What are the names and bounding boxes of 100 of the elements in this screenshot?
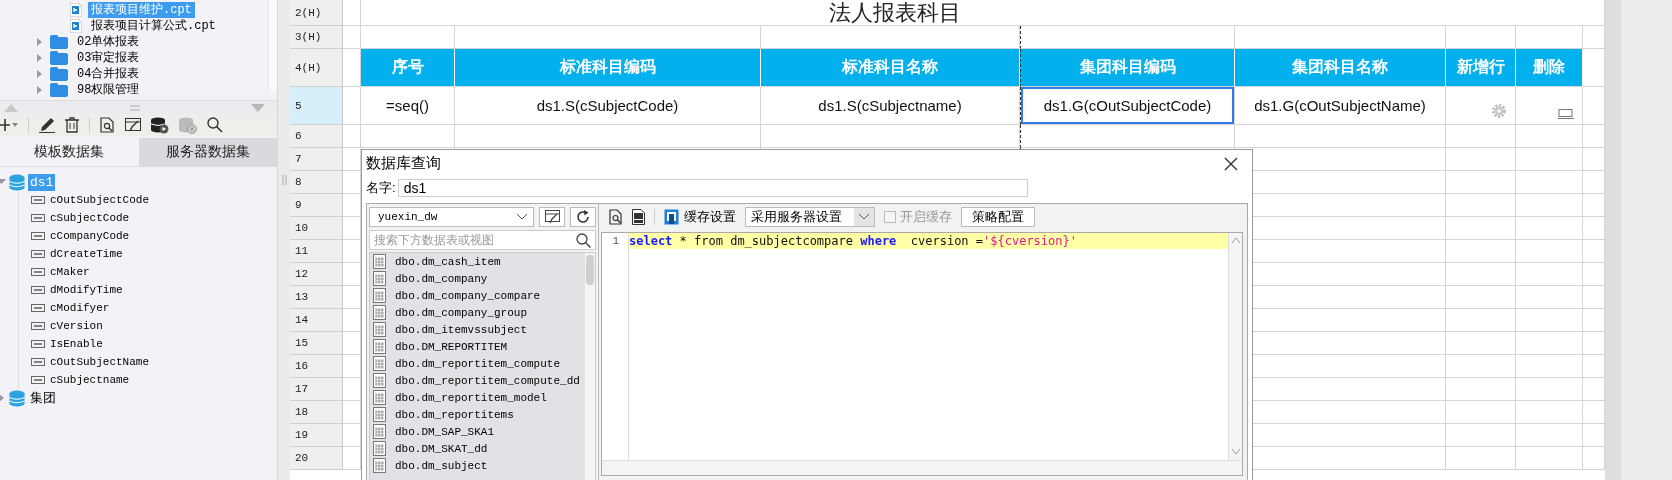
tree-item[interactable]: 报表项目计算公式.cpt <box>88 18 219 34</box>
grid-cell[interactable] <box>1516 447 1583 470</box>
row-header[interactable]: 7 <box>290 148 343 171</box>
scrollbar[interactable] <box>585 253 595 480</box>
grid-cell[interactable] <box>1516 424 1583 447</box>
row-header[interactable]: 17 <box>290 378 343 401</box>
grid-cell[interactable] <box>1516 194 1583 217</box>
splitter-grip-icon[interactable] <box>281 175 287 185</box>
grid-cell[interactable] <box>1516 401 1583 424</box>
grid-cell[interactable] <box>1516 286 1583 309</box>
database-run-icon[interactable] <box>151 116 169 134</box>
grid-cell[interactable] <box>1446 378 1516 401</box>
refresh-button[interactable] <box>570 207 596 227</box>
field-item[interactable]: cSubjectname <box>50 374 130 386</box>
row-header[interactable]: 4(H) <box>290 49 343 87</box>
grid-cell[interactable] <box>1446 240 1516 263</box>
sql-editor[interactable]: 1 select * from dm_subjectcompare where cversion ='${cversion}' <box>601 232 1243 460</box>
row-header[interactable]: 2(H) <box>290 0 343 26</box>
field-item[interactable]: cMaker <box>50 266 90 278</box>
formula-cell[interactable]: =seq() <box>361 87 455 125</box>
formula-cell[interactable]: ds1.G(cOutSubjectName) <box>1235 87 1446 125</box>
table-item[interactable]: dbo.dm_company <box>395 272 488 285</box>
name-field[interactable]: ds1 <box>397 179 1028 197</box>
row-header[interactable]: 12 <box>290 263 343 286</box>
field-item[interactable]: IsEnable <box>50 338 103 350</box>
pencil-icon[interactable] <box>39 117 55 133</box>
formula-cell[interactable]: ds1.S(cSubjectname) <box>761 87 1020 125</box>
formula-cell[interactable]: ds1.G(cOutSubjectCode) <box>1020 87 1235 125</box>
policy-config-button[interactable]: 策略配置 <box>961 207 1035 227</box>
edit-connection-button[interactable] <box>539 207 565 227</box>
grid-cell[interactable] <box>343 26 361 49</box>
preview-document-icon[interactable] <box>100 117 115 133</box>
table-item[interactable]: dbo.dm_reportitem_compute <box>395 357 561 370</box>
grid-cell[interactable] <box>343 87 361 125</box>
formula-cell[interactable]: ds1.S(cSubjectCode) <box>455 87 761 125</box>
grid-cell[interactable] <box>1516 355 1583 378</box>
grid-cell[interactable] <box>1235 125 1446 148</box>
grid-cell[interactable] <box>1516 332 1583 355</box>
grid-cell[interactable] <box>361 125 455 148</box>
grip-icon[interactable] <box>129 104 140 111</box>
row-header[interactable]: 13 <box>290 286 343 309</box>
grid-cell[interactable] <box>1516 263 1583 286</box>
cache-mode-dropdown[interactable]: 采用服务器设置 <box>745 207 875 227</box>
collapse-down-icon[interactable] <box>251 103 265 112</box>
row-header[interactable]: 18 <box>290 401 343 424</box>
grid-cell[interactable] <box>455 125 761 148</box>
dataset-item[interactable]: 集团 <box>28 389 58 407</box>
table-item[interactable]: dbo.dm_cash_item <box>395 255 501 268</box>
sql-file-icon[interactable] <box>632 209 645 225</box>
tree-item[interactable]: 02单体报表 <box>74 34 143 50</box>
scrollbar[interactable] <box>1605 0 1621 480</box>
row-header[interactable]: 10 <box>290 217 343 240</box>
grid-cell[interactable] <box>1446 355 1516 378</box>
row-header[interactable]: 16 <box>290 355 343 378</box>
grid-cell[interactable] <box>1446 424 1516 447</box>
grid-cell[interactable] <box>1446 217 1516 240</box>
grid-cell[interactable] <box>1516 87 1583 125</box>
scroll-down-icon[interactable] <box>1231 449 1240 454</box>
field-item[interactable]: dCreateTime <box>50 248 123 260</box>
scrollbar[interactable] <box>268 0 277 90</box>
field-item[interactable]: cModifyer <box>50 302 110 314</box>
row-header[interactable]: 8 <box>290 171 343 194</box>
expand-caret-icon[interactable] <box>35 85 44 95</box>
tree-item[interactable]: 04合并报表 <box>74 66 143 82</box>
expand-caret-icon[interactable] <box>35 69 44 79</box>
field-item[interactable]: dModifyTime <box>50 284 123 296</box>
scroll-up-icon[interactable] <box>1231 238 1240 243</box>
expand-caret-icon[interactable] <box>35 53 44 63</box>
edit-image-icon[interactable] <box>125 117 141 133</box>
grid-cell[interactable] <box>1446 447 1516 470</box>
grid-cell[interactable] <box>1516 148 1583 171</box>
grid-cell[interactable] <box>1516 378 1583 401</box>
row-header[interactable]: 6 <box>290 125 343 148</box>
table-item[interactable]: dbo.DM_SKAT_dd <box>395 442 488 455</box>
grid-cell[interactable] <box>1446 401 1516 424</box>
scrollbar[interactable] <box>601 460 1243 476</box>
row-header[interactable]: 5 <box>290 87 343 125</box>
row-header[interactable]: 15 <box>290 332 343 355</box>
table-item[interactable]: dbo.dm_reportitem_compute_dd <box>395 374 580 387</box>
table-item[interactable]: dbo.dm_reportitems <box>395 408 514 421</box>
table-item[interactable]: dbo.dm_itemvssubject <box>395 323 528 336</box>
grid-cell[interactable] <box>343 125 361 148</box>
grid-cell[interactable] <box>1446 87 1516 125</box>
grid-cell[interactable] <box>1516 240 1583 263</box>
field-item[interactable]: cOutSubjectCode <box>50 194 150 206</box>
field-item[interactable]: cCompanyCode <box>50 230 130 242</box>
table-item[interactable]: dbo.DM_REPORTITEM <box>395 340 508 353</box>
preview-document-icon[interactable] <box>609 209 623 225</box>
grid-cell[interactable] <box>1446 148 1516 171</box>
row-header[interactable]: 19 <box>290 424 343 447</box>
table-item[interactable]: dbo.dm_reportitem_model <box>395 391 547 404</box>
grid-cell[interactable] <box>1446 194 1516 217</box>
grid-cell[interactable] <box>1516 125 1583 148</box>
close-icon[interactable] <box>1224 156 1238 171</box>
dataset-tab[interactable]: 服务器数据集 <box>138 138 277 166</box>
search-field[interactable]: 搜索下方数据表或视图 <box>369 230 596 250</box>
grid-cell[interactable] <box>1446 263 1516 286</box>
grid-cell[interactable] <box>1446 171 1516 194</box>
table-item[interactable]: dbo.dm_subject <box>395 459 488 472</box>
row-header[interactable]: 20 <box>290 447 343 470</box>
